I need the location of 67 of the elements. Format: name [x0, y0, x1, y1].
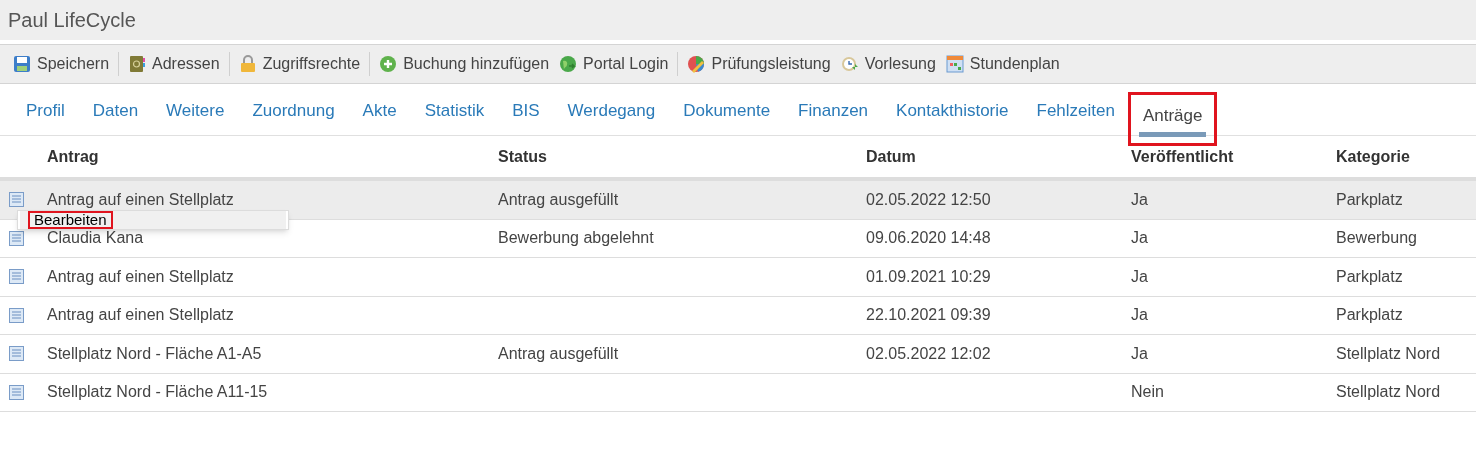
table-cell: 02.05.2022 12:02 [866, 344, 991, 362]
table-cell: 22.10.2021 09:39 [866, 306, 991, 324]
tab[interactable]: Finanzen [784, 97, 883, 135]
document-icon [9, 384, 24, 400]
tab[interactable]: Akte [348, 97, 411, 135]
column-header[interactable]: Antrag [47, 144, 99, 169]
plus-circle-icon [379, 55, 398, 73]
tab[interactable]: BIS [498, 97, 554, 135]
toolbar-button[interactable]: Vorlesung [839, 49, 937, 79]
toolbar-button[interactable]: Stundenplan [944, 49, 1061, 79]
document-icon [9, 307, 24, 323]
document-icon [9, 269, 24, 285]
table-cell: Parkplatz [1336, 190, 1403, 208]
pie-chart-pencil-icon [687, 55, 706, 73]
tab[interactable]: Statistik [410, 97, 499, 135]
tab[interactable]: Kontakthistorie [882, 97, 1023, 135]
clock-icon [840, 55, 859, 73]
padlock-icon [238, 55, 257, 73]
table-cell: Stellplatz Nord [1336, 383, 1441, 401]
column-header[interactable]: Status [498, 144, 547, 169]
table-cell: Bewerbung abgelehnt [498, 229, 654, 247]
toolbar-button[interactable]: Zugriffsrechte [237, 49, 362, 79]
globe-icon [559, 55, 578, 73]
tab[interactable]: Daten [78, 97, 153, 135]
tab[interactable]: Profil [12, 97, 79, 135]
toolbar-button[interactable]: Prüfungsleistung [686, 49, 832, 79]
toolbar-button[interactable]: Speichern [12, 49, 111, 79]
table-cell: Parkplatz [1336, 306, 1403, 324]
toolbar-button[interactable]: Portal Login [558, 49, 670, 79]
tab[interactable]: Dokumente [669, 97, 785, 135]
toolbar-button[interactable]: Adressen [127, 49, 221, 79]
tab[interactable]: Werdegang [553, 97, 670, 135]
calendar-icon [945, 55, 964, 73]
table-cell: Ja [1131, 267, 1148, 285]
tab[interactable]: Zuordnung [238, 97, 349, 135]
column-header[interactable]: Kategorie [1336, 144, 1410, 169]
menu-item[interactable]: Bearbeiten [20, 211, 286, 229]
document-icon [9, 346, 24, 362]
table-cell: Ja [1131, 344, 1148, 362]
tab[interactable]: Fehlzeiten [1022, 97, 1129, 135]
table-cell: Antrag auf einen Stellplatz [47, 190, 234, 208]
table-cell: Ja [1131, 190, 1148, 208]
document-icon [9, 192, 24, 208]
column-header[interactable]: Datum [866, 144, 916, 169]
tab[interactable]: Weitere [152, 97, 239, 135]
table-cell: Parkplatz [1336, 267, 1403, 285]
table-cell: Antrag auf einen Stellplatz [47, 267, 234, 285]
table-cell: 09.06.2020 14:48 [866, 229, 991, 247]
table-cell: Ja [1131, 306, 1148, 324]
table-cell: Antrag auf einen Stellplatz [47, 306, 234, 324]
table-cell: Claudia Kana [47, 229, 144, 247]
table-cell: 01.09.2021 10:29 [866, 267, 991, 285]
table-cell: Stellplatz Nord [1336, 344, 1441, 362]
table-cell: Antrag ausgefüllt [498, 344, 619, 362]
table-cell: 02.05.2022 12:50 [866, 190, 991, 208]
column-header[interactable]: Veröffentlicht [1131, 144, 1234, 169]
table-cell: Stellplatz Nord - Fläche A1-A5 [47, 344, 262, 362]
toolbar-button[interactable]: Buchung hinzufügen [378, 49, 551, 79]
table-cell: Ja [1131, 229, 1148, 247]
tab[interactable]: Anträge [1130, 94, 1215, 143]
table-cell: Bewerbung [1336, 229, 1417, 247]
table-cell: Nein [1131, 383, 1164, 401]
window-title: Paul LifeCycle [8, 8, 136, 33]
address-book-icon [128, 55, 147, 73]
table-cell: Stellplatz Nord - Fläche A11-15 [47, 383, 268, 401]
table-cell: Antrag ausgefüllt [498, 190, 619, 208]
document-icon [9, 230, 24, 246]
